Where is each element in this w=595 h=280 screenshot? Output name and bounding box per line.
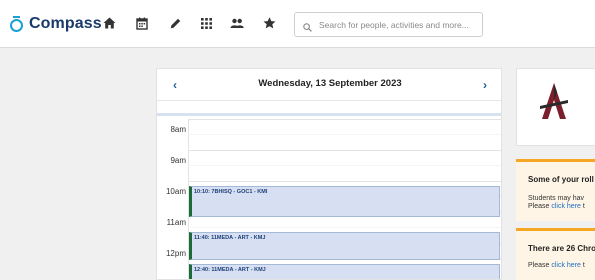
calendar-header: ‹ Wednesday, 13 September 2023 ›: [157, 69, 501, 101]
calendar-icon[interactable]: [134, 15, 150, 31]
calendar-event[interactable]: 11:40: 11MEDA - ART - KMJ: [189, 232, 500, 260]
compass-logo-icon: [10, 16, 24, 32]
roll-alert-title: Some of your roll: [528, 175, 594, 184]
compass-logo[interactable]: Compass: [10, 13, 102, 35]
hour-label: 9am: [170, 156, 186, 165]
chronicle-alert: There are 26 Chro Please click here t: [516, 228, 595, 280]
roll-alert: Some of your roll Students may hav Pleas…: [516, 159, 595, 221]
chronicle-alert-body: Please click here t: [528, 262, 585, 270]
hour-row: 8am: [157, 119, 501, 150]
star-icon[interactable]: [261, 15, 277, 31]
hour-label: 12pm: [165, 249, 186, 258]
home-icon[interactable]: [101, 15, 117, 31]
top-navigation-bar: Compass: [0, 0, 595, 48]
logo-text: Compass: [29, 15, 102, 32]
hour-label: 10am: [165, 187, 186, 196]
calendar-date-title: Wednesday, 13 September 2023: [258, 78, 402, 89]
search-input[interactable]: [319, 16, 479, 34]
chronicle-alert-title: There are 26 Chro: [528, 244, 595, 253]
people-icon[interactable]: [229, 15, 245, 31]
calendar-panel: ‹ Wednesday, 13 September 2023 › 8am 9am…: [156, 68, 502, 280]
chronicle-alert-prefix: Please: [528, 262, 552, 269]
calendar-time-grid: 8am 9am 10am 11am 12pm 10:10: 7BHISQ - G…: [157, 119, 501, 279]
roll-alert-body: Students may hav Please click here t: [528, 195, 585, 211]
school-crest-icon: [540, 83, 568, 119]
search-icon: [303, 19, 312, 37]
hour-label: 8am: [170, 125, 186, 134]
school-logo-card: [516, 68, 595, 146]
chronicle-alert-suffix: t: [580, 262, 585, 269]
calendar-event[interactable]: 10:10: 7BHISQ - GOC1 - KMI: [189, 186, 500, 217]
roll-click-here-link[interactable]: click here: [551, 203, 581, 210]
roll-alert-suffix: t: [580, 203, 585, 210]
previous-day-button[interactable]: ‹: [167, 77, 183, 93]
all-day-row[interactable]: [157, 102, 501, 116]
grid-icon[interactable]: [198, 15, 214, 31]
roll-alert-line: Students may hav: [528, 195, 585, 202]
next-day-button[interactable]: ›: [477, 77, 493, 93]
hour-row: 9am: [157, 150, 501, 181]
roll-alert-prefix: Please: [528, 203, 552, 210]
calendar-event[interactable]: 12:40: 11MEDA - ART - KMJ: [189, 264, 500, 279]
chronicle-click-here-link[interactable]: click here: [551, 262, 581, 269]
search-box: [294, 12, 483, 37]
pencil-icon[interactable]: [167, 15, 183, 31]
hour-label: 11am: [166, 218, 186, 227]
